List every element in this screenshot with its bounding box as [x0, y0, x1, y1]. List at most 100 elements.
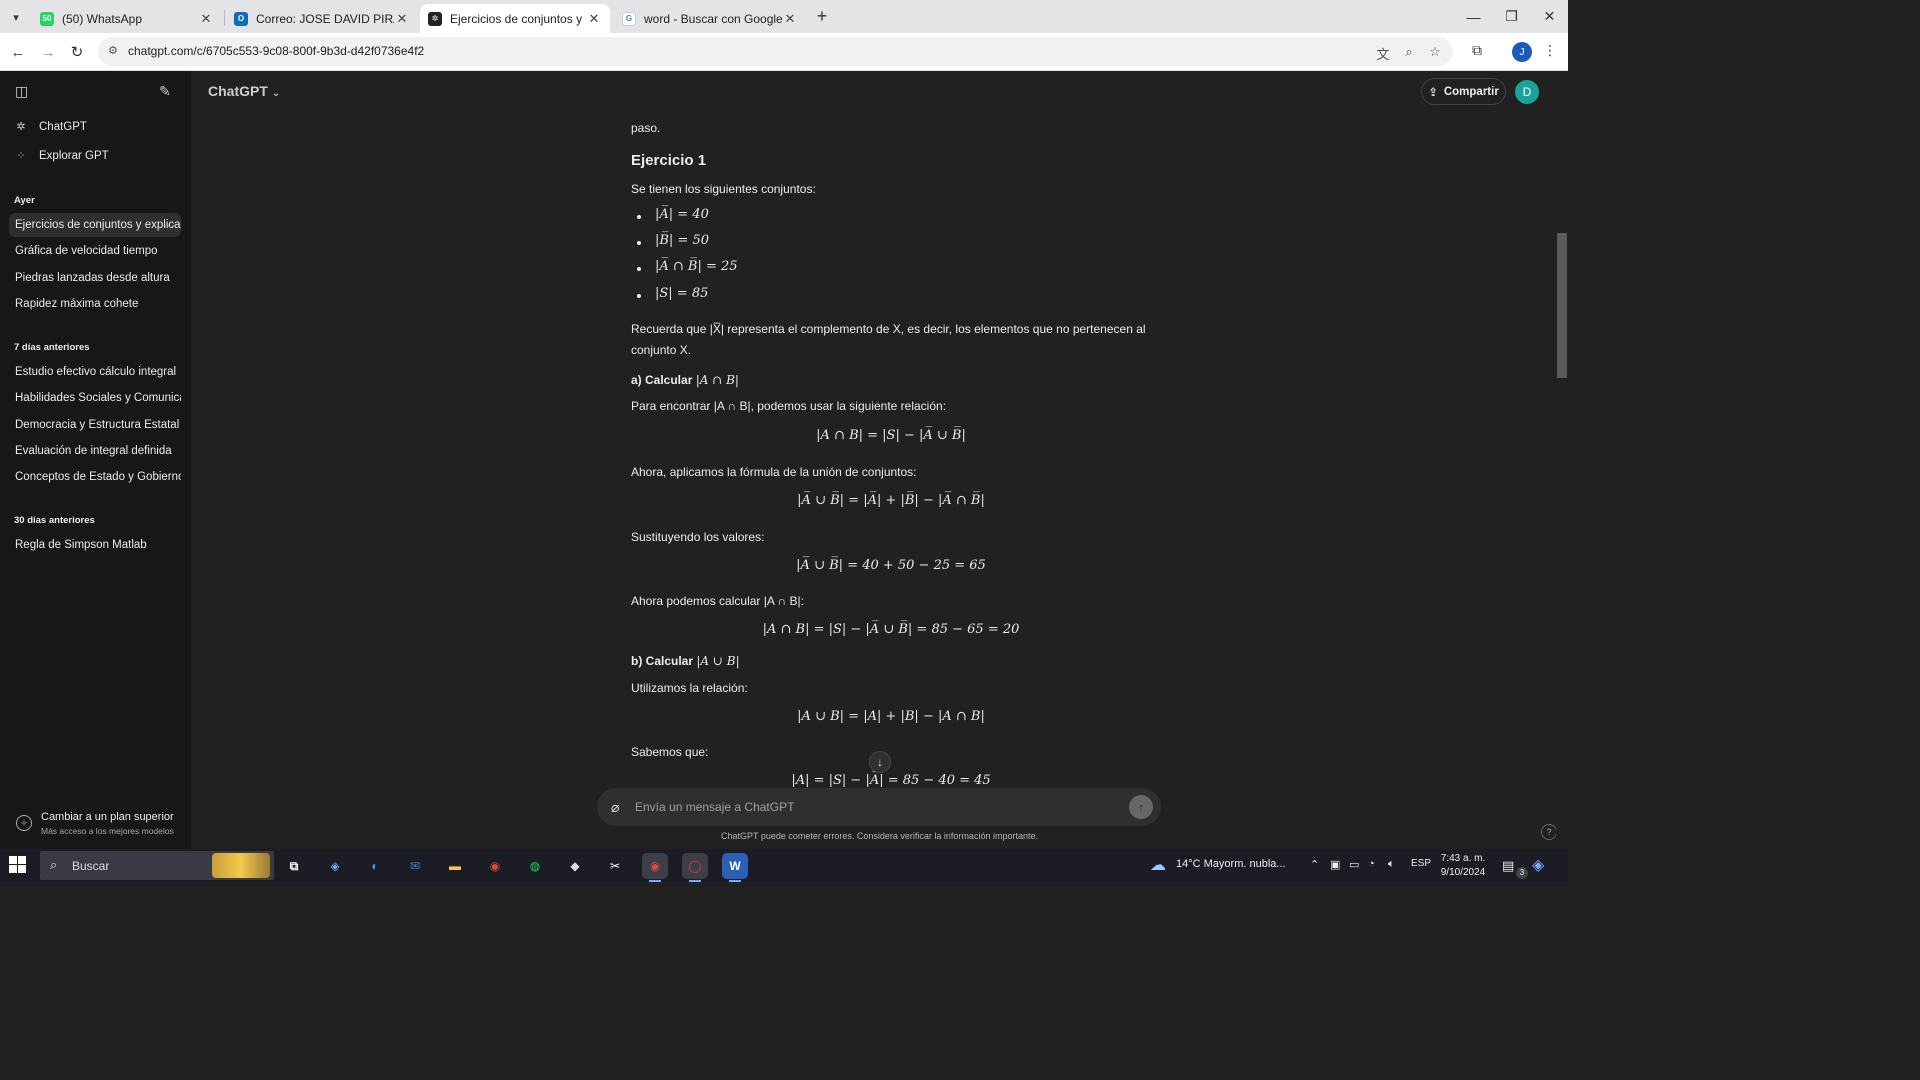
address-bar[interactable]: ⚙ chatgpt.com/c/6705c553-9c08-800f-9b3d-…: [98, 37, 1453, 66]
notification-badge: 3: [1516, 867, 1528, 879]
attach-icon[interactable]: ⌀: [611, 799, 619, 816]
part-label: b) Calcular: [631, 654, 694, 668]
message-input[interactable]: [635, 797, 1105, 817]
back-icon[interactable]: ←: [7, 41, 29, 63]
more-options-icon[interactable]: ···: [163, 218, 175, 232]
close-tab-icon[interactable]: ✕: [586, 11, 602, 27]
search-label: Buscar: [72, 859, 110, 873]
upgrade-subtitle: Más acceso a los mejores modelos: [41, 826, 174, 836]
section-title: 7 días anteriores: [14, 342, 90, 353]
share-button[interactable]: ⇪ Compartir: [1421, 78, 1506, 105]
upgrade-title: Cambiar a un plan superior: [41, 811, 174, 823]
restore-icon[interactable]: ❐: [1493, 0, 1530, 33]
history-item[interactable]: Evaluación de integral definida: [9, 439, 181, 463]
send-button[interactable]: ↑: [1129, 795, 1153, 819]
copilot-tray-icon[interactable]: ◈: [1532, 855, 1544, 875]
sidebar-toggle-icon[interactable]: ◫: [15, 83, 33, 101]
close-tab-icon[interactable]: ✕: [394, 11, 410, 27]
chatgpt-icon: ✲: [428, 11, 442, 26]
translate-icon[interactable]: 文: [1375, 44, 1391, 62]
word-icon[interactable]: W: [722, 853, 748, 882]
chrome-open-icon[interactable]: ◉: [642, 853, 668, 882]
language-indicator[interactable]: ESP: [1411, 858, 1431, 869]
new-chat-icon[interactable]: ✎: [159, 83, 177, 101]
notifications-icon[interactable]: ▤: [1502, 858, 1514, 874]
clock-date: 9/10/2024: [1440, 867, 1486, 878]
edge-icon[interactable]: ◐: [362, 853, 388, 879]
part-label: a) Calcular: [631, 373, 693, 387]
bullet-dot: [637, 294, 641, 298]
message-text: conjunto X.: [631, 343, 692, 357]
copilot-icon[interactable]: ◈: [322, 853, 348, 879]
google-icon: G: [622, 11, 636, 26]
chat-main: ChatGPT ⌄ ⇪ Compartir D paso. Ejercicio …: [191, 71, 1568, 849]
reload-icon[interactable]: ↻: [66, 41, 88, 63]
scroll-to-bottom-button[interactable]: ↓: [869, 751, 891, 773]
sidebar-nav-chatgpt[interactable]: ✲ ChatGPT: [14, 115, 87, 139]
clock-time: 7:43 a. m.: [1440, 853, 1486, 864]
bookmark-star-icon[interactable]: ☆: [1427, 44, 1443, 60]
zoom-icon[interactable]: ⌕: [1401, 44, 1417, 60]
capcut-icon[interactable]: ✂: [602, 853, 628, 879]
tab-google[interactable]: G word - Buscar con Google ✕: [614, 4, 806, 33]
close-window-icon[interactable]: ✕: [1531, 0, 1568, 33]
history-item[interactable]: Habilidades Sociales y Comunicación: [9, 386, 181, 410]
camera-icon[interactable]: ▣: [1330, 858, 1340, 871]
scrollbar-thumb[interactable]: [1557, 233, 1567, 378]
minimize-icon[interactable]: —: [1455, 0, 1492, 33]
history-item[interactable]: Gráfica de velocidad tiempo: [9, 239, 181, 263]
history-item[interactable]: Regla de Simpson Matlab: [9, 533, 181, 557]
model-selector[interactable]: ChatGPT ⌄: [208, 83, 280, 99]
tab-outlook[interactable]: O Correo: JOSE DAVID PIRA RODRÍ ✕: [226, 4, 418, 33]
windows-start-icon[interactable]: [9, 856, 27, 874]
volume-icon[interactable]: 🔈︎: [1388, 858, 1395, 871]
tab-search-chevron-icon[interactable]: ▾: [6, 7, 26, 27]
history-item[interactable]: Piedras lanzadas desde altura: [9, 266, 181, 290]
help-icon[interactable]: ?: [1541, 824, 1557, 840]
clock[interactable]: 7:43 a. m. 9/10/2024: [1440, 852, 1486, 880]
task-view-icon[interactable]: ⧉: [281, 853, 307, 879]
message-text: Sustituyendo los valores:: [631, 530, 765, 544]
history-item[interactable]: Estudio efectivo cálculo integral: [9, 360, 181, 384]
url-text[interactable]: chatgpt.com/c/6705c553-9c08-800f-9b3d-d4…: [128, 44, 424, 58]
app-icon[interactable]: ◆: [562, 853, 588, 879]
bullet-math: |A̅ ∩ B̅| = 25: [655, 259, 738, 274]
tab-title: word - Buscar con Google: [644, 11, 782, 26]
extensions-icon[interactable]: ⧉: [1467, 42, 1487, 62]
forward-icon[interactable]: →: [37, 41, 59, 63]
part-math: |A ∩ B|: [695, 373, 739, 387]
opera-icon[interactable]: ◯: [682, 853, 708, 882]
sidebar-nav-explorar[interactable]: ⁘ Explorar GPT: [14, 144, 108, 168]
history-item-active[interactable]: Ejercicios de conjuntos y explica ···: [9, 213, 181, 237]
history-item[interactable]: Conceptos de Estado y Gobierno: [9, 465, 181, 489]
network-icon[interactable]: ▭: [1349, 858, 1359, 871]
close-tab-icon[interactable]: ✕: [782, 11, 798, 27]
taskbar-search[interactable]: ⌕ Buscar: [40, 851, 274, 880]
tab-chatgpt[interactable]: ✲ Ejercicios de conjuntos y explic ✕: [420, 4, 610, 33]
chrome-icon[interactable]: ◉: [482, 853, 508, 879]
browser-toolbar: ← → ↻ ⚙ chatgpt.com/c/6705c553-9c08-800f…: [0, 33, 1568, 71]
browser-menu-icon[interactable]: ⋮: [1540, 42, 1560, 62]
history-item[interactable]: Rapidez máxima cohete: [9, 292, 181, 316]
user-avatar[interactable]: D: [1515, 80, 1539, 104]
browser-profile-avatar[interactable]: J: [1512, 42, 1532, 62]
site-info-icon[interactable]: ⚙: [108, 44, 122, 58]
file-explorer-icon[interactable]: ▬: [442, 853, 468, 879]
new-tab-button[interactable]: +: [812, 6, 832, 26]
close-tab-icon[interactable]: ✕: [198, 11, 214, 27]
part-a-heading: a) Calcular |A ∩ B|: [631, 373, 739, 387]
message-text: Se tienen los siguientes conjuntos:: [631, 182, 816, 196]
page-scrollbar[interactable]: [1556, 71, 1568, 849]
history-item[interactable]: Democracia y Estructura Estatal: [9, 413, 181, 437]
mail-icon[interactable]: ✉: [402, 853, 428, 879]
upgrade-plan-button[interactable]: ✧ Cambiar a un plan superior Más acceso …: [14, 809, 184, 841]
exercise-heading: Ejercicio 1: [631, 152, 707, 169]
equation: |A ∩ B| = |S| − |A̅ ∪ B̅| = 85 − 65 = 20: [762, 622, 1020, 637]
tray-chevron-up-icon[interactable]: ⌃: [1310, 858, 1319, 871]
spotify-icon[interactable]: ◍: [522, 853, 548, 879]
wifi-icon[interactable]: ◔: [1368, 858, 1375, 870]
message-text: Ahora podemos calcular |A ∩ B|:: [631, 594, 804, 608]
tab-whatsapp[interactable]: 50 (50) WhatsApp ✕: [32, 4, 222, 33]
weather-text[interactable]: 14°C Mayorm. nubla...: [1176, 858, 1286, 870]
history-label: Habilidades Sociales y Comunicación: [15, 392, 181, 404]
